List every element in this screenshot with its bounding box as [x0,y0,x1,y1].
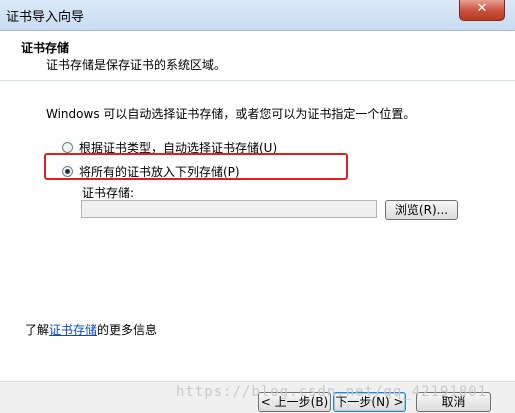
watermark-text: https://blog.csdn.net/qq_42191801 [176,384,488,400]
wizard-header: 证书存储 证书存储是保存证书的系统区域。 [0,31,515,81]
store-label: 证书存储: [82,186,135,200]
store-input[interactable] [81,200,377,218]
more-info-suffix: 的更多信息 [97,323,158,337]
more-info-line: 了解证书存储的更多信息 [25,321,157,338]
page-subtitle: 证书存储是保存证书的系统区域。 [46,58,227,72]
close-button[interactable]: ✕ [459,0,505,21]
more-info-link[interactable]: 证书存储 [49,323,97,337]
more-info-prefix: 了解 [25,323,50,337]
window-title: 证书导入向导 [6,10,85,25]
browse-button[interactable]: 浏览(R)... [385,200,458,220]
close-icon: ✕ [476,1,488,16]
highlight-annotation [44,153,348,180]
page-title: 证书存储 [21,41,70,55]
wizard-content: Windows 可以自动选择证书存储，或者您可以为证书指定一个位置。 根据证书类… [0,81,515,381]
description-text: Windows 可以自动选择证书存储，或者您可以为证书指定一个位置。 [46,107,416,121]
title-bar: 证书导入向导 ✕ [0,0,515,31]
radio-auto-select[interactable] [62,142,73,153]
